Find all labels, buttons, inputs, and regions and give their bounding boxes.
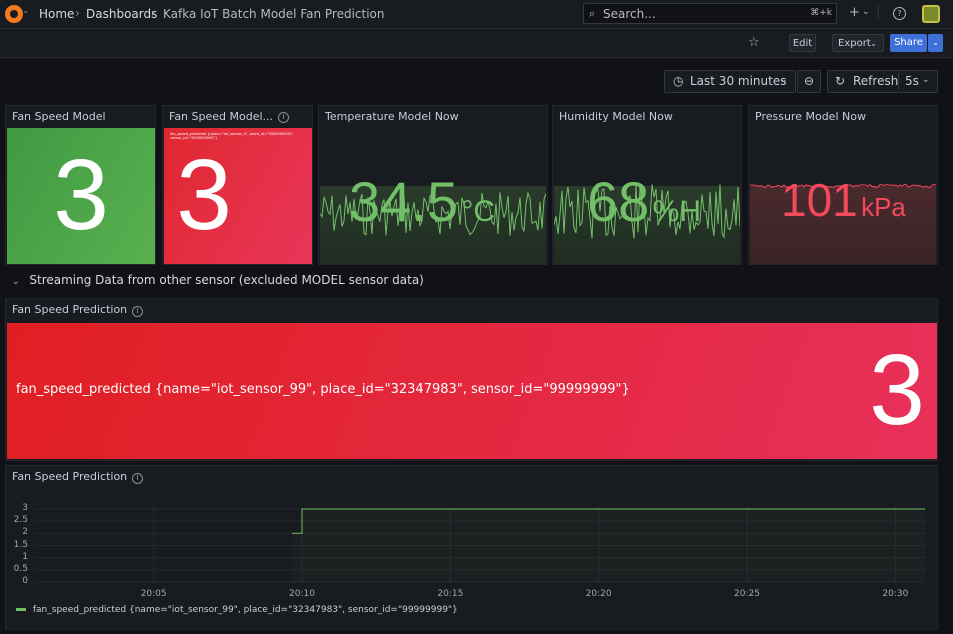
- stat-unit: kPa: [861, 192, 906, 222]
- stat-background: fan_speed_predicted {name="iot_sensor_0"…: [164, 128, 312, 264]
- y-tick-label: 1.5: [13, 539, 28, 550]
- x-tick-label: 20:30: [882, 589, 909, 599]
- panel-title: Temperature Model Now: [325, 110, 459, 123]
- panel-pressure[interactable]: Pressure Model Now 101 kPa: [748, 105, 938, 265]
- star-icon[interactable]: ☆: [748, 35, 760, 50]
- breadcrumb-home[interactable]: Home: [39, 7, 74, 21]
- stat-value: 101: [781, 174, 858, 226]
- y-tick-label: 0: [22, 576, 28, 586]
- stat-value: 34.5: [349, 170, 458, 233]
- edit-button[interactable]: Edit: [789, 34, 816, 52]
- refresh-button[interactable]: ↻ Refresh 5s ⌄: [827, 70, 938, 93]
- chevron-down-icon: ⌄: [922, 75, 930, 85]
- x-tick-label: 20:05: [140, 589, 167, 599]
- avatar[interactable]: [922, 5, 940, 23]
- stat-value: 3: [869, 334, 925, 446]
- x-tick-label: 20:15: [437, 589, 464, 599]
- x-tick-label: 20:10: [289, 589, 315, 599]
- stat-value: 3: [53, 139, 109, 251]
- breadcrumb-dashboard-title: Kafka IoT Batch Model Fan Prediction: [163, 7, 385, 21]
- y-tick-label: 2: [22, 527, 28, 538]
- time-range-label: Last 30 minutes: [690, 74, 787, 88]
- stat-value-group: 68 %H: [587, 169, 701, 234]
- y-tick-label: 0.5: [13, 563, 28, 574]
- time-range-picker[interactable]: ◷ Last 30 minutes ⌄: [664, 70, 796, 93]
- export-label: Export: [838, 38, 871, 49]
- divider: [898, 73, 899, 90]
- x-tick-label: 20:20: [585, 589, 612, 599]
- search-shortcut: ⌘+k: [810, 8, 832, 18]
- dashboard-toolbar: ☆ Edit Export ⌄ Share ⌄: [0, 29, 953, 58]
- refresh-label: Refresh: [853, 74, 899, 88]
- search-box[interactable]: ⌕ ⌘+k: [583, 3, 837, 24]
- share-button[interactable]: Share: [890, 34, 927, 52]
- chevron-down-icon[interactable]: ⌄: [862, 7, 870, 17]
- zoom-out-button[interactable]: ⊖: [797, 70, 821, 93]
- grafana-logo-icon[interactable]: [5, 5, 23, 23]
- y-tick-label: 2.5: [13, 515, 28, 526]
- chevron-down-icon: ⌄: [12, 277, 20, 287]
- stat-unit: %H: [652, 195, 701, 228]
- zoom-out-icon: ⊖: [803, 74, 815, 88]
- refresh-icon: ↻: [835, 74, 846, 88]
- stat-unit: °C: [461, 195, 496, 228]
- refresh-interval: 5s: [905, 74, 919, 88]
- stat-value: 3: [176, 139, 232, 251]
- info-icon[interactable]: i: [132, 473, 143, 484]
- breadcrumb-dashboards[interactable]: Dashboards: [86, 7, 157, 21]
- export-button[interactable]: Export ⌄: [832, 34, 884, 52]
- panel-title: Fan Speed Model...: [169, 110, 274, 123]
- search-input[interactable]: [603, 6, 783, 21]
- clock-icon: ◷: [673, 74, 684, 88]
- stat-value: 68: [587, 170, 650, 233]
- stat-value-group: 34.5 °C: [349, 169, 495, 234]
- panel-temperature[interactable]: Temperature Model Now 34.5 °C: [318, 105, 548, 265]
- chevron-down-icon: ⌄: [780, 75, 788, 85]
- panel-title: Fan Speed Prediction: [12, 303, 128, 316]
- divider: |: [876, 4, 881, 19]
- chevron-down-icon[interactable]: ⌄: [22, 6, 30, 16]
- y-tick-label: 1: [22, 551, 28, 562]
- row-header[interactable]: ⌄ Streaming Data from other sensor (excl…: [12, 273, 424, 287]
- legend-swatch: [16, 608, 26, 611]
- panel-title: Humidity Model Now: [559, 110, 673, 123]
- chevron-down-icon: ⌄: [870, 39, 877, 48]
- row-title: Streaming Data from other sensor (exclud…: [29, 273, 424, 287]
- x-tick-label: 20:25: [734, 589, 760, 599]
- panel-title: Fan Speed Prediction: [12, 470, 128, 483]
- legend-label: fan_speed_predicted {name="iot_sensor_99…: [32, 605, 458, 615]
- panel-fan-speed-prediction-stat[interactable]: Fan Speed Prediction i fan_speed_predict…: [5, 298, 938, 461]
- panel-fan-speed-model-2[interactable]: Fan Speed Model... i fan_speed_predicted…: [162, 105, 313, 265]
- help-icon[interactable]: ?: [893, 7, 906, 20]
- panel-title: Fan Speed Model: [12, 110, 106, 123]
- stat-value-group: 101 kPa: [781, 173, 906, 227]
- chevron-right-icon: ›: [75, 6, 80, 20]
- top-nav-bar: ⌄ Home › Dashboards › Kafka IoT Batch Mo…: [0, 0, 953, 29]
- stat-background: 3: [7, 128, 155, 264]
- stat-series-label: fan_speed_predicted {name="iot_sensor_99…: [16, 382, 630, 397]
- panel-title: Pressure Model Now: [755, 110, 866, 123]
- y-tick-label: 3: [22, 503, 28, 513]
- add-icon[interactable]: +: [849, 5, 860, 20]
- chevron-right-icon: ›: [151, 6, 156, 20]
- info-icon[interactable]: i: [132, 306, 143, 317]
- info-icon[interactable]: i: [278, 112, 289, 123]
- search-icon: ⌕: [589, 7, 596, 20]
- legend-item[interactable]: fan_speed_predicted {name="iot_sensor_99…: [16, 605, 458, 615]
- panel-humidity[interactable]: Humidity Model Now 68 %H: [552, 105, 742, 265]
- stat-background: fan_speed_predicted {name="iot_sensor_99…: [7, 323, 937, 459]
- panel-fan-speed-model[interactable]: Fan Speed Model 3: [5, 105, 156, 265]
- share-menu-chevron-icon[interactable]: ⌄: [928, 34, 943, 52]
